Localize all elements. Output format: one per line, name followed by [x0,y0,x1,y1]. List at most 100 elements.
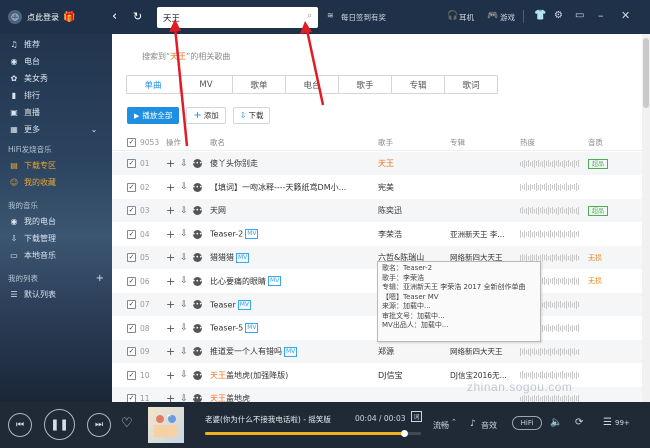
table-row[interactable]: ✓ 02 + ⇩ ••• 【填词】一吻冰释----天籁纸鸢DM小... 宪美 [112,176,650,199]
minimize-icon[interactable]: – [598,9,604,22]
song-title[interactable]: 比心要痛的眼睛 MV [210,276,378,287]
row-checkbox[interactable]: ✓ [127,206,136,215]
gamepad-icon[interactable]: 🎮 [487,11,498,21]
song-title-text[interactable]: 推道爱一个人有错吗 [210,347,282,356]
song-title[interactable]: Teaser-5 MV [210,323,378,333]
search-icon[interactable]: ⌕ [307,11,312,21]
row-checkbox[interactable]: ✓ [127,276,136,286]
sidebar-item-download-manager[interactable]: ⇩ 下载管理 [0,230,112,247]
download-icon[interactable]: ⇩ [180,323,188,333]
album-name[interactable]: 网络新四大天王 [450,346,520,357]
search-input[interactable]: 天王 [163,12,180,24]
song-title[interactable]: 天王盖地虎(加强降版) [210,370,378,381]
row-checkbox[interactable]: ✓ [127,159,136,168]
sidebar-item-more[interactable]: ▦ 更多 ⌄ [0,121,112,138]
add-to-list-icon[interactable]: + [166,393,175,402]
download-icon[interactable]: ⇩ [180,206,188,216]
back-icon[interactable]: ‹ [112,9,117,24]
album-cover[interactable] [148,407,184,443]
download-icon[interactable]: ⇩ [180,300,188,310]
download-icon[interactable]: ⇩ [180,159,188,169]
add-to-list-icon[interactable]: + [166,229,175,240]
artist-name[interactable]: 天王 [378,158,450,169]
sidebar-item-local-music[interactable]: ▭ 本地音乐 [0,247,112,264]
add-to-list-icon[interactable]: + [166,205,175,216]
album-name[interactable]: 亚洲新天王 李... [450,229,520,240]
game-label[interactable]: 游戏 [500,12,515,23]
volume-icon[interactable]: 🔈 [550,417,562,428]
song-title[interactable]: 推道爱一个人有错吗 MV [210,346,378,357]
artist-name[interactable]: 陈奕迅 [378,205,450,216]
add-to-list-icon[interactable]: + [166,346,175,357]
more-icon[interactable]: ••• [192,370,203,380]
tab-artist[interactable]: 歌手 [338,75,392,94]
row-checkbox[interactable]: ✓ [127,347,136,356]
more-icon[interactable]: ••• [192,206,203,215]
scrollbar[interactable] [642,34,650,402]
add-to-list-icon[interactable]: + [166,182,175,193]
artist-name[interactable]: 李荣浩 [378,229,450,240]
more-icon[interactable]: ••• [192,159,203,168]
download-icon[interactable]: ⇩ [180,370,188,380]
progress-track[interactable] [205,430,421,437]
scrollbar-thumb[interactable] [643,38,649,108]
row-checkbox[interactable]: ✓ [127,253,136,262]
skin-icon[interactable]: 👕 [534,10,546,21]
song-title-text[interactable]: Teaser [210,300,236,309]
song-title-text[interactable]: Teaser-5 [210,324,243,333]
more-icon[interactable]: ••• [192,323,203,333]
add-to-list-icon[interactable]: + [166,370,175,381]
mv-badge[interactable]: MV [284,346,298,357]
sound-effect-label[interactable]: 音效 [481,420,497,431]
add-to-list-icon[interactable]: + [166,252,175,263]
add-to-list-icon[interactable]: + [166,299,175,310]
add-to-list-icon[interactable]: + [166,158,175,169]
settings-icon[interactable]: ⚙ [554,10,563,21]
pause-button[interactable]: ❚❚ [44,409,75,440]
sidebar-item-ranking[interactable]: ▮ 排行 [0,87,112,104]
song-title-text[interactable]: 比心要痛的眼睛 [210,277,266,286]
mv-badge[interactable]: MV [245,323,259,333]
artist-name[interactable]: DJ信宝 [378,370,450,381]
earphone-label[interactable]: 耳机 [459,12,474,23]
refresh-icon[interactable]: ↻ [133,10,142,23]
close-icon[interactable]: ✕ [621,9,630,22]
chevron-down-icon[interactable]: ⌄ [88,125,100,134]
download-icon[interactable]: ⇩ [180,276,188,286]
song-title-text[interactable]: Teaser-2 [210,230,243,239]
song-title-text[interactable]: 傻丫头你别走 [210,159,258,168]
row-checkbox[interactable]: ✓ [127,370,136,380]
song-title-text[interactable]: 猎猎猎 [210,253,234,262]
table-row[interactable]: ✓ 04 + ⇩ ••• Teaser-2 MV 李荣浩 亚洲新天王 李... [112,223,650,246]
song-title[interactable]: 傻丫头你别走 [210,158,378,169]
song-title[interactable]: Teaser MV [210,299,378,310]
sidebar-item-download-zone[interactable]: ▤ 下载专区 [0,157,112,174]
hifi-badge[interactable]: HiFi [512,416,542,430]
song-title-text[interactable]: 天王盖地虎(加强降版) [210,371,288,380]
play-all-button[interactable]: ▶ 播放全部 [127,107,180,124]
song-title-text[interactable]: 【填词】一吻冰释----天籁纸鸢DM小... [210,183,346,192]
mv-badge[interactable]: MV [237,299,252,310]
chevron-up-icon[interactable]: ⌃ [451,418,457,426]
tab-playlist[interactable]: 歌单 [232,75,286,94]
sidebar-item-recommend[interactable]: ♫ 推荐 [0,36,112,53]
song-title-text[interactable]: 天王盖地虎 [210,394,250,402]
mv-badge[interactable]: MV [245,229,259,239]
tab-single[interactable]: 单曲 [126,75,180,94]
next-button[interactable]: ⏭ [87,413,111,437]
loop-icon[interactable]: ⟳ [575,417,583,428]
lyrics-icon[interactable]: 词 [411,411,422,422]
tab-album[interactable]: 专辑 [391,75,445,94]
more-icon[interactable]: ••• [192,253,203,262]
table-row[interactable]: ✓ 09 + ⇩ ••• 推道爱一个人有错吗 MV 郑源 网络新四大天王 [112,340,650,363]
sidebar-item-my-radio[interactable]: ◉ 我的电台 [0,213,112,230]
add-to-list-icon[interactable]: + [166,276,175,287]
earphone-icon[interactable]: 🎧 [447,11,458,21]
more-icon[interactable]: ••• [192,300,203,309]
login-area[interactable]: ☺ 点此登录 🎁 [8,10,75,24]
table-row[interactable]: ✓ 01 + ⇩ ••• 傻丫头你别走 天王 超品 [112,152,650,175]
row-checkbox[interactable]: ✓ [127,323,136,333]
sidebar-item-radio[interactable]: ◉ 电台 [0,53,112,70]
tab-lyrics[interactable]: 歌词 [444,75,498,94]
add-list-icon[interactable]: + [96,273,104,284]
